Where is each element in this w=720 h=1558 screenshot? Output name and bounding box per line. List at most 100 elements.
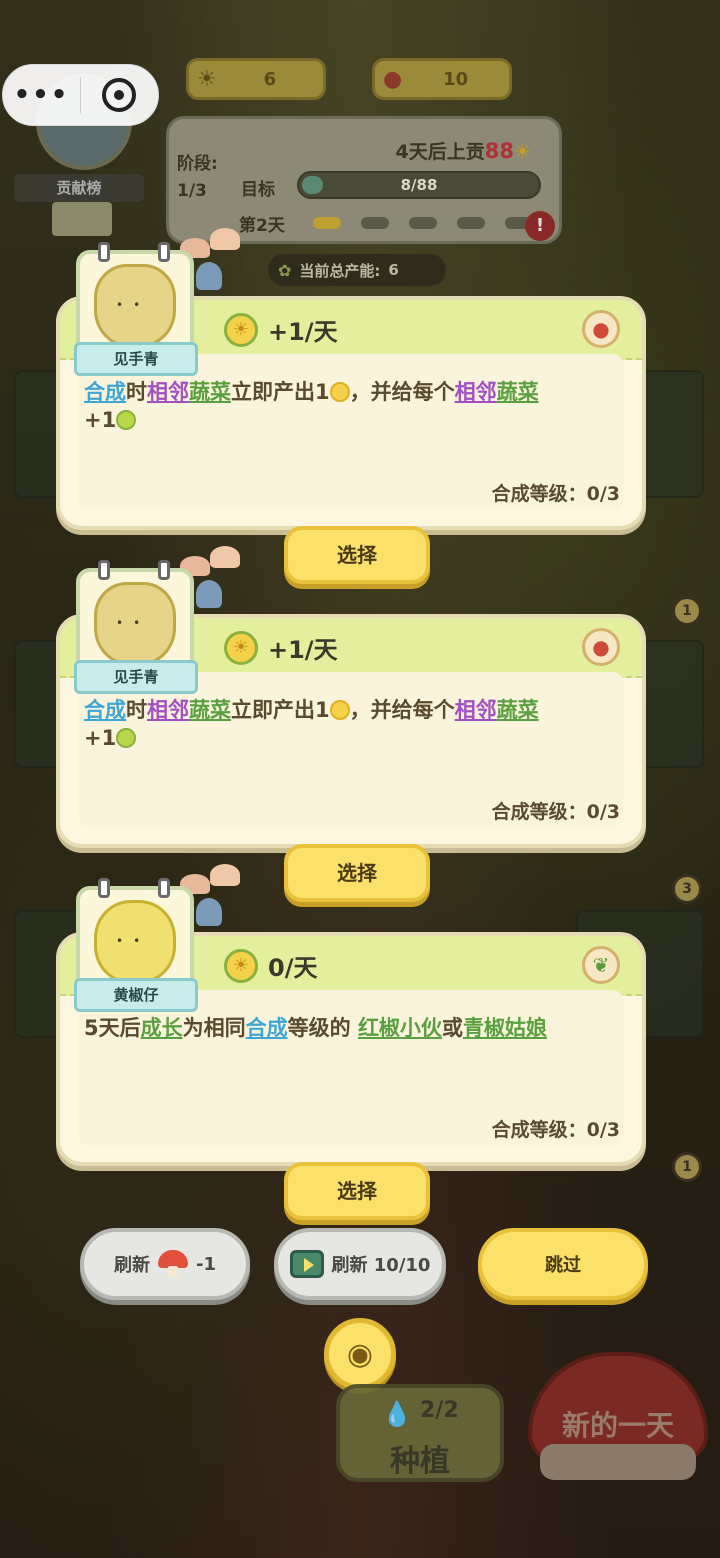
- skip-label: 跳过: [545, 1255, 581, 1276]
- keyword-adjacent: 相邻: [147, 380, 189, 404]
- card-description: 5天后成长为相同合成等级的 红椒小伙或青椒姑娘: [84, 1014, 618, 1042]
- keyword-merge: 合成: [84, 380, 126, 404]
- mushroom-stem-shape: [540, 1444, 696, 1480]
- sun-flower-icon: ☀: [224, 312, 258, 347]
- deadline-amount: 88: [484, 139, 514, 163]
- card-rate-value: +1/天: [268, 318, 338, 346]
- card-rate-value: +1/天: [268, 636, 338, 664]
- sun-resource: ☀ 6: [186, 58, 326, 100]
- skip-button[interactable]: 跳过: [478, 1228, 648, 1300]
- desc-text: 5天后: [84, 1016, 141, 1040]
- day-pip: [361, 217, 389, 229]
- stage-value: 1/3: [177, 181, 207, 201]
- day-pip: [313, 217, 341, 229]
- keyword-merge: 合成: [84, 698, 126, 722]
- tile-count-badge: 3: [672, 874, 702, 904]
- sprout-icon: ✿: [278, 260, 292, 280]
- day-pips: [313, 217, 533, 229]
- clip-icon: [158, 242, 170, 262]
- character-face: ••: [116, 616, 151, 630]
- refresh-with-ad-button[interactable]: 刷新 10/10: [274, 1228, 446, 1300]
- merge-level: 合成等级：0/3: [491, 801, 620, 823]
- desc-text: 等级的: [287, 1016, 358, 1040]
- alert-icon[interactable]: !: [525, 211, 555, 241]
- day-pip: [409, 217, 437, 229]
- leaf-type-icon: ❦: [582, 946, 620, 984]
- sun-icon: [329, 382, 350, 402]
- keyword-vegetable: 蔬菜: [189, 698, 231, 722]
- close-miniprogram-icon[interactable]: [81, 78, 158, 112]
- plant-button: 💧 2/2 种植: [336, 1384, 504, 1482]
- desc-text: ，并给每个: [349, 380, 455, 404]
- card-portrait: •• 黄椒仔: [74, 878, 198, 1012]
- card-name: 见手青: [74, 660, 198, 694]
- character-face: ••: [116, 298, 151, 312]
- desc-text: 时: [126, 698, 147, 722]
- sun-count: 6: [263, 68, 277, 90]
- sun-flower-icon: ☀: [224, 948, 258, 983]
- card-portrait: •• 见手青: [74, 560, 198, 694]
- card-rate: ☀ +1/天: [224, 312, 338, 347]
- sprout-icon: [116, 410, 137, 430]
- total-production-label: 当前总产能:: [299, 261, 381, 280]
- mushroom-type-icon: ●: [582, 310, 620, 348]
- mushroom-type-icon: ●: [582, 628, 620, 666]
- goal-progress-bar: 8/88: [297, 171, 541, 199]
- keyword-vegetable: 蔬菜: [496, 380, 539, 404]
- select-button-2[interactable]: 选择: [284, 844, 430, 902]
- card-rate: ☀ 0/天: [224, 948, 317, 983]
- mushroom-icon: [158, 1250, 188, 1278]
- card-description: 合成时相邻蔬菜立即产出1 ，并给每个相邻蔬菜 +1: [84, 696, 618, 752]
- keyword-vegetable: 蔬菜: [189, 380, 231, 404]
- tile-count-badge: 1: [672, 596, 702, 626]
- goal-progress-text: 8/88: [400, 176, 438, 194]
- clip-icon: [98, 878, 110, 898]
- clip-icon: [158, 560, 170, 580]
- plant-label: 种植: [390, 1444, 450, 1479]
- tile-count-badge: 1: [672, 1152, 702, 1182]
- card-rate-value: 0/天: [268, 954, 318, 982]
- refresh-with-mushroom-button[interactable]: 刷新 -1: [80, 1228, 250, 1300]
- card-name: 黄椒仔: [74, 978, 198, 1012]
- total-production: ✿ 当前总产能: 6: [268, 254, 446, 286]
- card-portrait: •• 见手青: [74, 242, 198, 376]
- water-drop-icon: 💧: [382, 1400, 412, 1428]
- keyword-grow: 成长: [140, 1016, 183, 1040]
- desc-text: 或: [441, 1016, 463, 1040]
- sprout-icon: [116, 728, 137, 748]
- desc-text: +1: [84, 408, 117, 432]
- select-button-1[interactable]: 选择: [284, 526, 430, 584]
- toggle-view-eye-icon[interactable]: ◉: [324, 1318, 396, 1390]
- clip-icon: [98, 242, 110, 262]
- refresh-cost: -1: [196, 1253, 216, 1275]
- refresh-label: 刷新: [114, 1255, 150, 1276]
- card-description: 合成时相邻蔬菜立即产出1 ，并给每个相邻蔬菜 +1: [84, 378, 618, 434]
- character-face: ••: [116, 934, 151, 948]
- desc-text: 立即产出1: [231, 380, 330, 404]
- desc-text: 时: [126, 380, 147, 404]
- clip-icon: [158, 878, 170, 898]
- more-menu-icon[interactable]: •••: [3, 80, 80, 110]
- desc-text: 为相同: [182, 1016, 246, 1040]
- day-pip: [457, 217, 485, 229]
- keyword-adjacent: 相邻: [454, 380, 497, 404]
- merge-level: 合成等级：0/3: [491, 483, 620, 505]
- goal-label: 目标: [241, 180, 275, 200]
- merge-level: 合成等级：0/3: [491, 1119, 620, 1141]
- sun-icon: ☀: [513, 141, 531, 163]
- desc-text: +1: [84, 726, 117, 750]
- mushroom-icon: ●: [383, 66, 403, 92]
- clip-icon: [98, 560, 110, 580]
- plant-count: 2/2: [420, 1398, 459, 1423]
- new-day-button: 新的一天: [528, 1352, 708, 1482]
- keyword-red-pepper: 红椒小伙: [357, 1016, 442, 1040]
- sun-icon: [329, 700, 350, 720]
- keyword-merge: 合成: [245, 1016, 288, 1040]
- stage-panel: 阶段: 1/3 4天后上贡88☀ 目标 8/88 第2天 !: [166, 116, 562, 244]
- desc-text: ，并给每个: [349, 698, 455, 722]
- select-button-3[interactable]: 选择: [284, 1162, 430, 1220]
- deadline-text: 4天后上贡: [395, 141, 485, 163]
- keyword-vegetable: 蔬菜: [496, 698, 539, 722]
- stage-label: 阶段:: [177, 154, 218, 174]
- video-ad-icon: [289, 1250, 324, 1278]
